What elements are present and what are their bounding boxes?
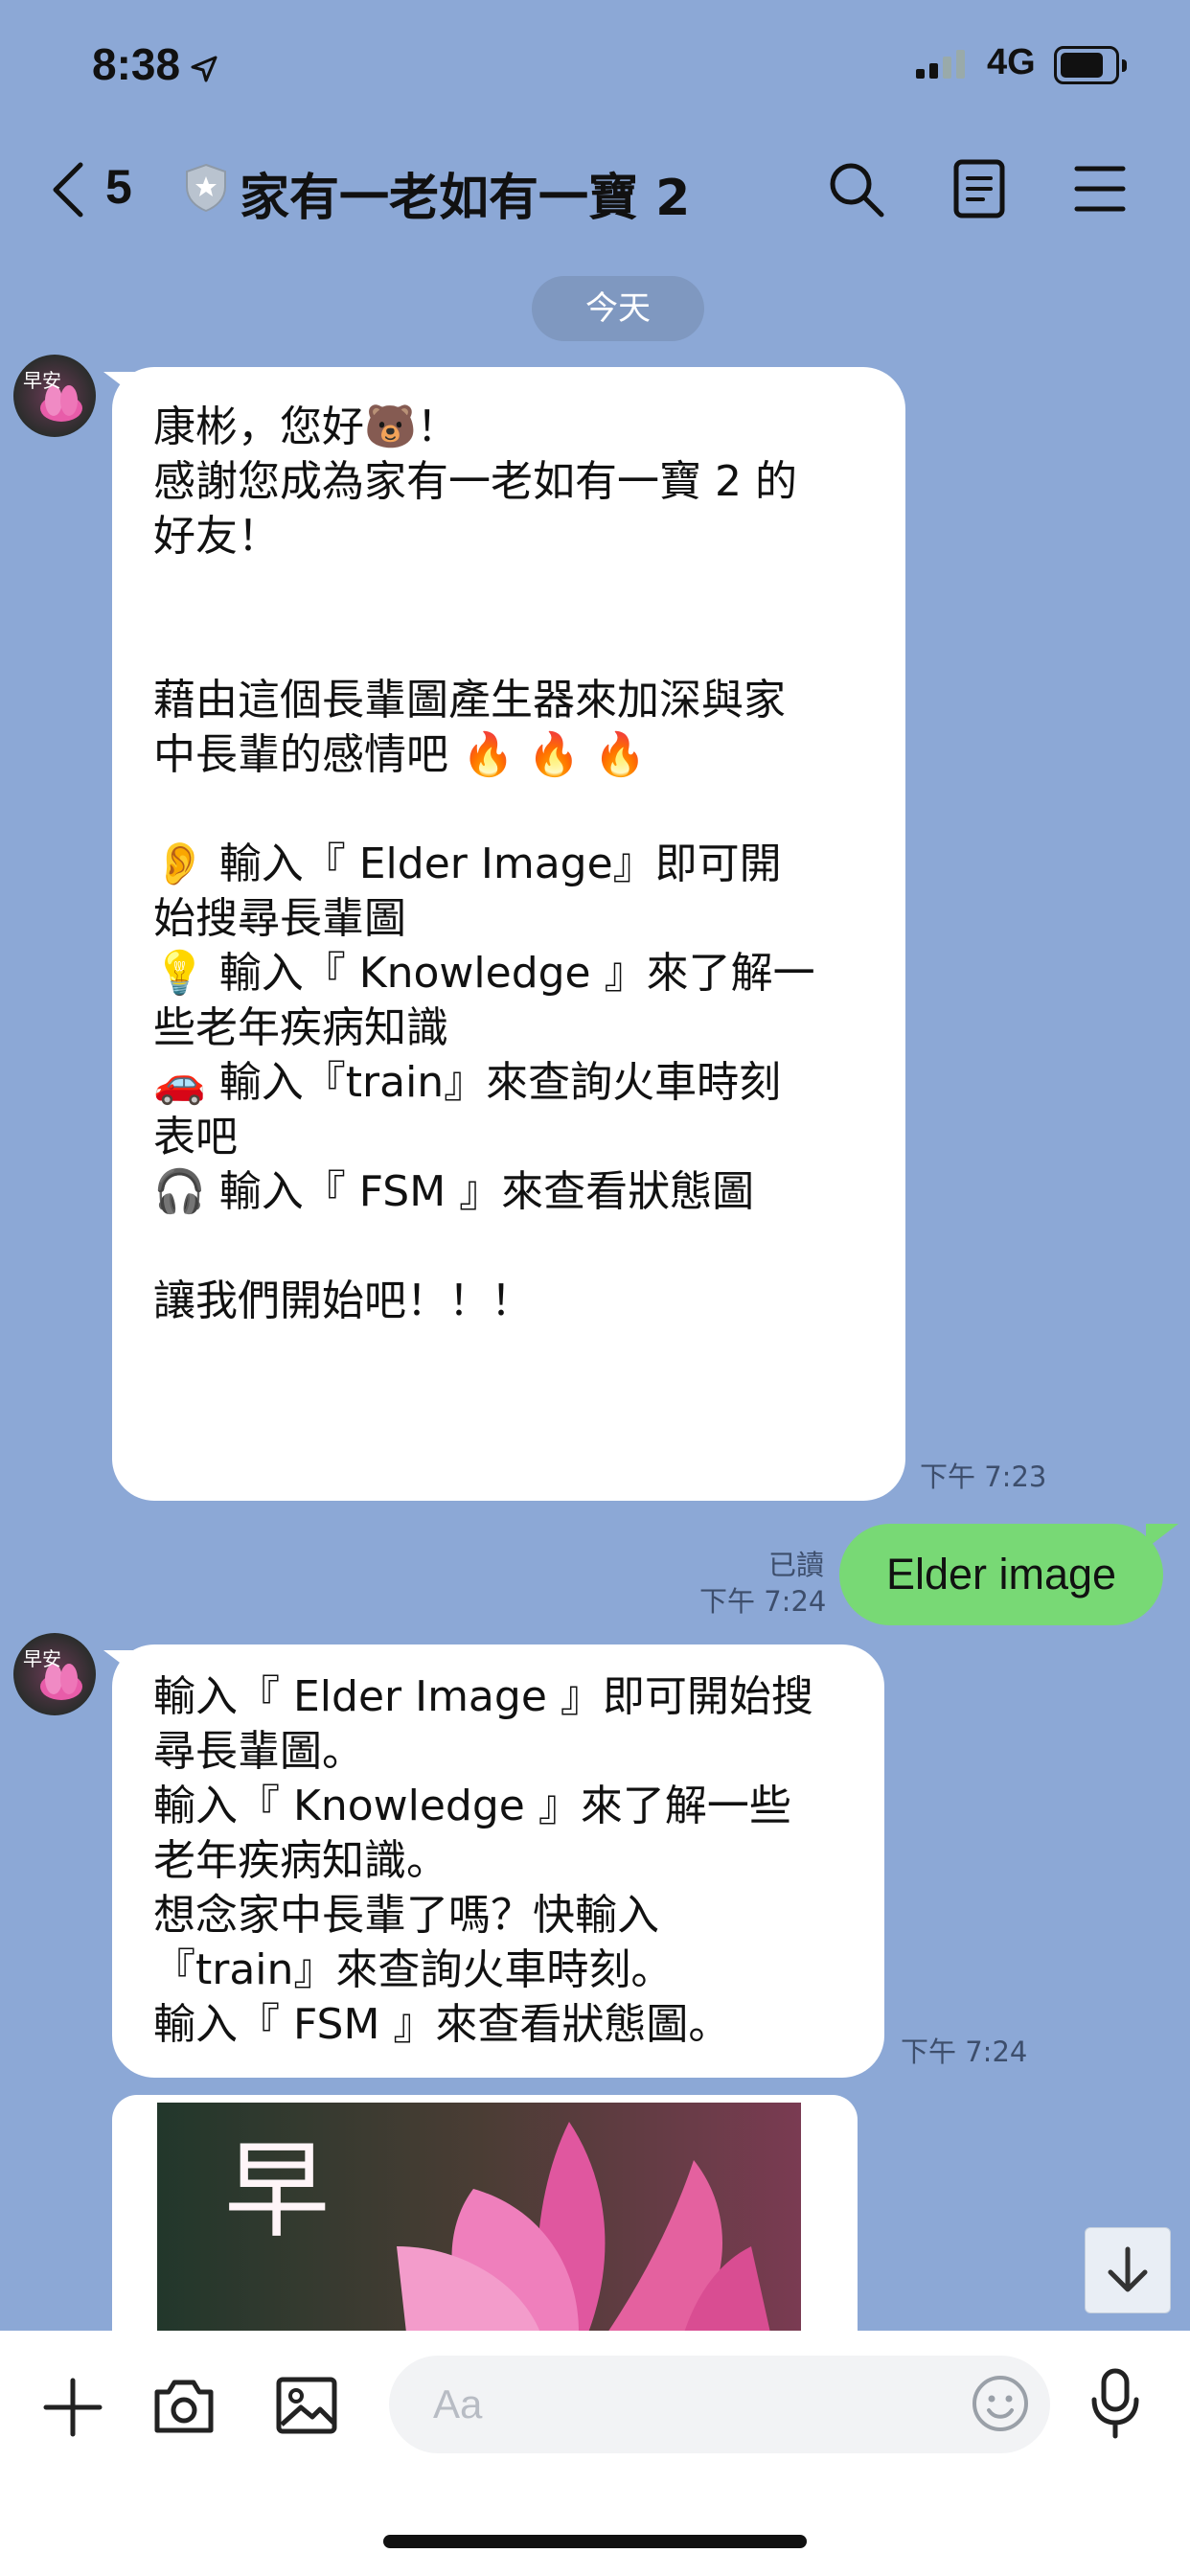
camera-icon[interactable]	[151, 2373, 217, 2442]
signal-icon	[916, 48, 977, 82]
read-receipt: 已讀	[767, 1549, 824, 1581]
scroll-to-bottom-button[interactable]	[1085, 2227, 1171, 2313]
avatar[interactable]: 早安	[13, 355, 96, 437]
location-arrow-icon	[190, 42, 218, 94]
lotus-image[interactable]: 早	[157, 2103, 801, 2333]
svg-text:早安: 早安	[23, 1647, 61, 1670]
shield-icon	[184, 163, 228, 217]
message-text: Elder image	[885, 1550, 1117, 1598]
notes-icon[interactable]	[952, 159, 1006, 222]
message-text: 康彬，您好🐻！ 感謝您成為家有一老如有一寶 2 的 好友！ 藉由這個長輩圖產生器…	[153, 402, 815, 1325]
chevron-left-icon[interactable]	[48, 161, 90, 222]
message-time: 下午 7:23	[920, 1460, 1047, 1493]
message-time: 下午 7:24	[699, 1585, 827, 1618]
menu-icon[interactable]	[1073, 163, 1127, 218]
svg-text:早安: 早安	[23, 369, 61, 392]
emoji-icon[interactable]	[970, 2373, 1031, 2438]
chat-title[interactable]: 家有一老如有一寶 2	[240, 157, 690, 229]
date-divider: 今天	[532, 276, 704, 341]
message-input[interactable]	[389, 2356, 1050, 2453]
message-time: 下午 7:24	[901, 2036, 1028, 2068]
network-type: 4G	[987, 42, 1036, 82]
home-indicator	[383, 2535, 807, 2548]
search-icon[interactable]	[826, 159, 887, 224]
arrow-down-icon	[1108, 2246, 1148, 2292]
battery-icon	[1054, 46, 1127, 84]
message-text: 輸入『 Elder Image 』即可開始搜 尋長輩圖。 輸入『 Knowled…	[153, 1672, 813, 2049]
svg-text:早: 早	[224, 2129, 330, 2252]
image-icon[interactable]	[274, 2373, 339, 2442]
microphone-icon[interactable]	[1087, 2367, 1144, 2444]
plus-icon[interactable]	[42, 2377, 103, 2442]
avatar[interactable]: 早安	[13, 1633, 96, 1715]
unread-count[interactable]: 5	[105, 159, 132, 215]
status-time: 8:38	[92, 38, 218, 94]
